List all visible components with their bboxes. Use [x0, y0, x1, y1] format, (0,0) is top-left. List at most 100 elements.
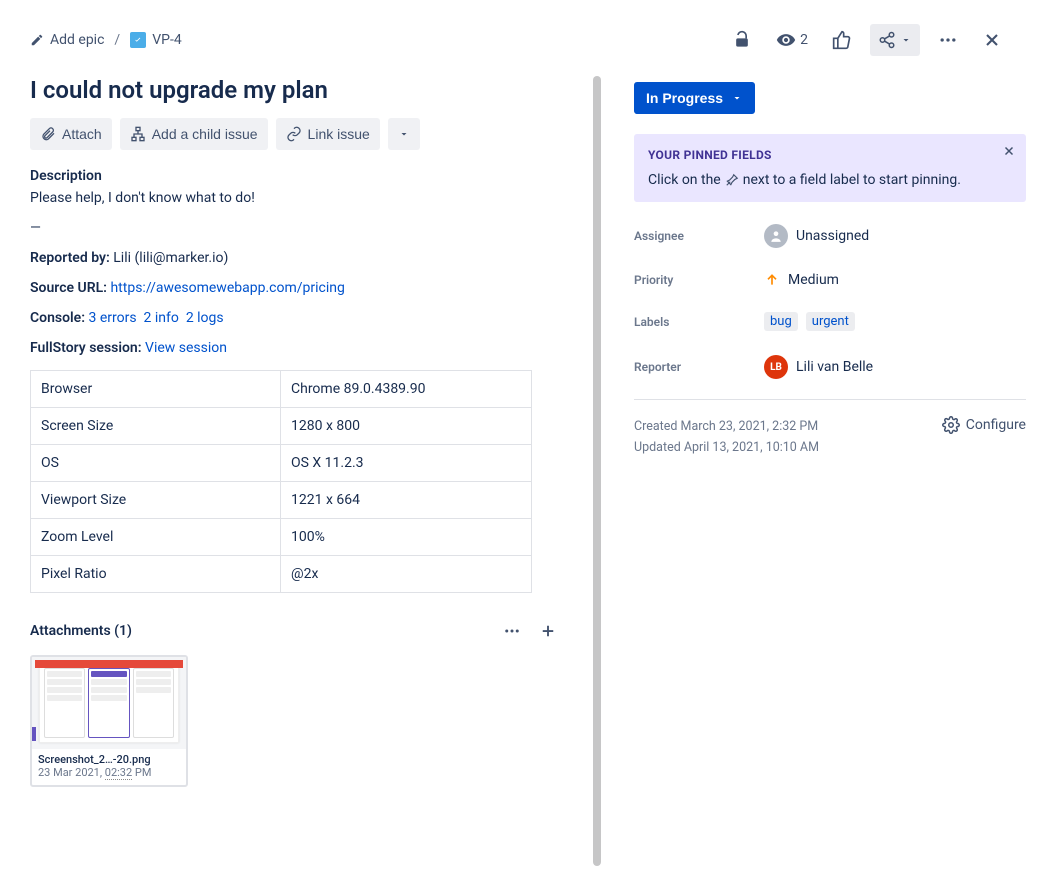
priority-medium-icon — [764, 272, 780, 288]
attachment-date: 23 Mar 2021, 02:32 PM — [38, 766, 180, 779]
table-cell-value: 1280 x 800 — [281, 408, 532, 445]
like-button[interactable] — [826, 24, 858, 56]
issue-type-icon — [130, 32, 146, 48]
label-chip[interactable]: urgent — [806, 312, 855, 331]
description-dash: — — [30, 220, 560, 236]
console-logs-link[interactable]: 2 logs — [186, 310, 224, 326]
link-issue-label: Link issue — [308, 126, 370, 142]
attachments-heading: Attachments (1) — [30, 623, 132, 639]
share-button[interactable] — [870, 24, 920, 56]
labels-label: Labels — [634, 315, 764, 329]
issue-title[interactable]: I could not upgrade my plan — [30, 76, 560, 104]
close-button[interactable] — [976, 24, 1008, 56]
hierarchy-icon — [130, 126, 146, 142]
add-epic-link[interactable]: Add epic — [50, 32, 104, 48]
attachment-filename: Screenshot_2…-20.png — [38, 753, 180, 766]
table-row: Viewport Size1221 x 664 — [31, 482, 532, 519]
status-dropdown[interactable]: In Progress — [634, 82, 755, 114]
reported-by-field: Reported by: Lili (lili@marker.io) — [30, 250, 560, 266]
table-cell-value: 100% — [281, 519, 532, 556]
configure-button[interactable]: Configure — [942, 416, 1026, 434]
table-cell-key: Viewport Size — [31, 482, 281, 519]
reported-by-value: Lili (lili@marker.io) — [113, 250, 228, 266]
add-child-issue-button[interactable]: Add a child issue — [120, 118, 268, 150]
priority-value: Medium — [788, 272, 839, 288]
table-cell-value: @2x — [281, 556, 532, 593]
reported-by-label: Reported by: — [30, 250, 110, 266]
table-row: Screen Size1280 x 800 — [31, 408, 532, 445]
table-cell-value: OS X 11.2.3 — [281, 445, 532, 482]
created-timestamp: Created March 23, 2021, 2:32 PM — [634, 416, 819, 437]
source-url-label: Source URL: — [30, 280, 107, 296]
add-child-label: Add a child issue — [152, 126, 258, 142]
table-cell-value: 1221 x 664 — [281, 482, 532, 519]
gear-icon — [942, 416, 960, 434]
link-issue-button[interactable]: Link issue — [276, 118, 380, 150]
description-label: Description — [30, 168, 560, 184]
add-attachment-button[interactable] — [536, 619, 560, 643]
attachments-more-button[interactable] — [500, 619, 524, 643]
share-icon — [878, 31, 896, 49]
priority-label: Priority — [634, 273, 764, 287]
reporter-avatar: LB — [764, 355, 788, 379]
description-text[interactable]: Please help, I don't know what to do! — [30, 190, 560, 206]
label-chip[interactable]: bug — [764, 312, 798, 331]
breadcrumb: Add epic / VP-4 — [30, 32, 182, 48]
reporter-field[interactable]: Reporter LB Lili van Belle — [634, 343, 1026, 391]
table-cell-key: Browser — [31, 371, 281, 408]
attach-button[interactable]: Attach — [30, 118, 112, 150]
pinned-close-button[interactable] — [1002, 144, 1016, 158]
pinned-fields-panel: YOUR PINNED FIELDS Click on the next to … — [634, 134, 1026, 202]
more-actions-button[interactable] — [932, 24, 964, 56]
attachment-thumbnail — [32, 657, 186, 749]
assignee-value: Unassigned — [796, 228, 869, 244]
console-errors-link[interactable]: 3 errors — [89, 310, 137, 326]
console-label: Console: — [30, 310, 85, 326]
environment-table: BrowserChrome 89.0.4389.90Screen Size128… — [30, 370, 532, 593]
table-row: BrowserChrome 89.0.4389.90 — [31, 371, 532, 408]
watchers-button[interactable]: 2 — [770, 24, 814, 56]
pinned-fields-title: YOUR PINNED FIELDS — [648, 148, 1012, 162]
table-cell-key: Screen Size — [31, 408, 281, 445]
pinned-text-before: Click on the — [648, 172, 721, 188]
table-cell-key: Pixel Ratio — [31, 556, 281, 593]
priority-field[interactable]: Priority Medium — [634, 260, 1026, 300]
table-cell-key: Zoom Level — [31, 519, 281, 556]
status-label: In Progress — [646, 90, 723, 106]
reporter-value: Lili van Belle — [796, 359, 873, 375]
table-row: Zoom Level100% — [31, 519, 532, 556]
labels-field[interactable]: Labels bug urgent — [634, 300, 1026, 343]
source-url-field: Source URL: https://awesomewebapp.com/pr… — [30, 280, 560, 296]
assignee-field[interactable]: Assignee Unassigned — [634, 212, 1026, 260]
console-info-link[interactable]: 2 info — [144, 310, 179, 326]
scrollbar[interactable] — [590, 66, 604, 866]
watchers-count: 2 — [800, 32, 808, 48]
lock-icon[interactable] — [726, 24, 758, 56]
link-issue-more-button[interactable] — [388, 118, 420, 150]
table-cell-key: OS — [31, 445, 281, 482]
fullstory-label: FullStory session: — [30, 340, 142, 356]
chevron-down-icon — [731, 92, 743, 104]
pencil-icon — [30, 33, 44, 47]
updated-timestamp: Updated April 13, 2021, 10:10 AM — [634, 437, 819, 458]
table-row: OSOS X 11.2.3 — [31, 445, 532, 482]
attach-label: Attach — [62, 126, 102, 142]
pin-icon — [725, 173, 739, 187]
pinned-text-after: next to a field label to start pinning. — [743, 172, 961, 188]
fullstory-link[interactable]: View session — [145, 340, 227, 356]
attachment-card[interactable]: Screenshot_2…-20.png 23 Mar 2021, 02:32 … — [30, 655, 188, 787]
assignee-label: Assignee — [634, 229, 764, 243]
source-url-link[interactable]: https://awesomewebapp.com/pricing — [110, 280, 344, 296]
table-row: Pixel Ratio@2x — [31, 556, 532, 593]
breadcrumb-separator: / — [114, 32, 120, 48]
chevron-down-icon — [398, 128, 410, 140]
paperclip-icon — [40, 126, 56, 142]
avatar-unassigned-icon — [764, 224, 788, 248]
issue-key-link[interactable]: VP-4 — [152, 32, 181, 48]
fullstory-field: FullStory session: View session — [30, 340, 560, 356]
reporter-label: Reporter — [634, 360, 764, 374]
chevron-down-icon — [900, 34, 912, 46]
link-icon — [286, 126, 302, 142]
console-field: Console: 3 errors 2 info 2 logs — [30, 310, 560, 326]
configure-label: Configure — [966, 417, 1026, 433]
